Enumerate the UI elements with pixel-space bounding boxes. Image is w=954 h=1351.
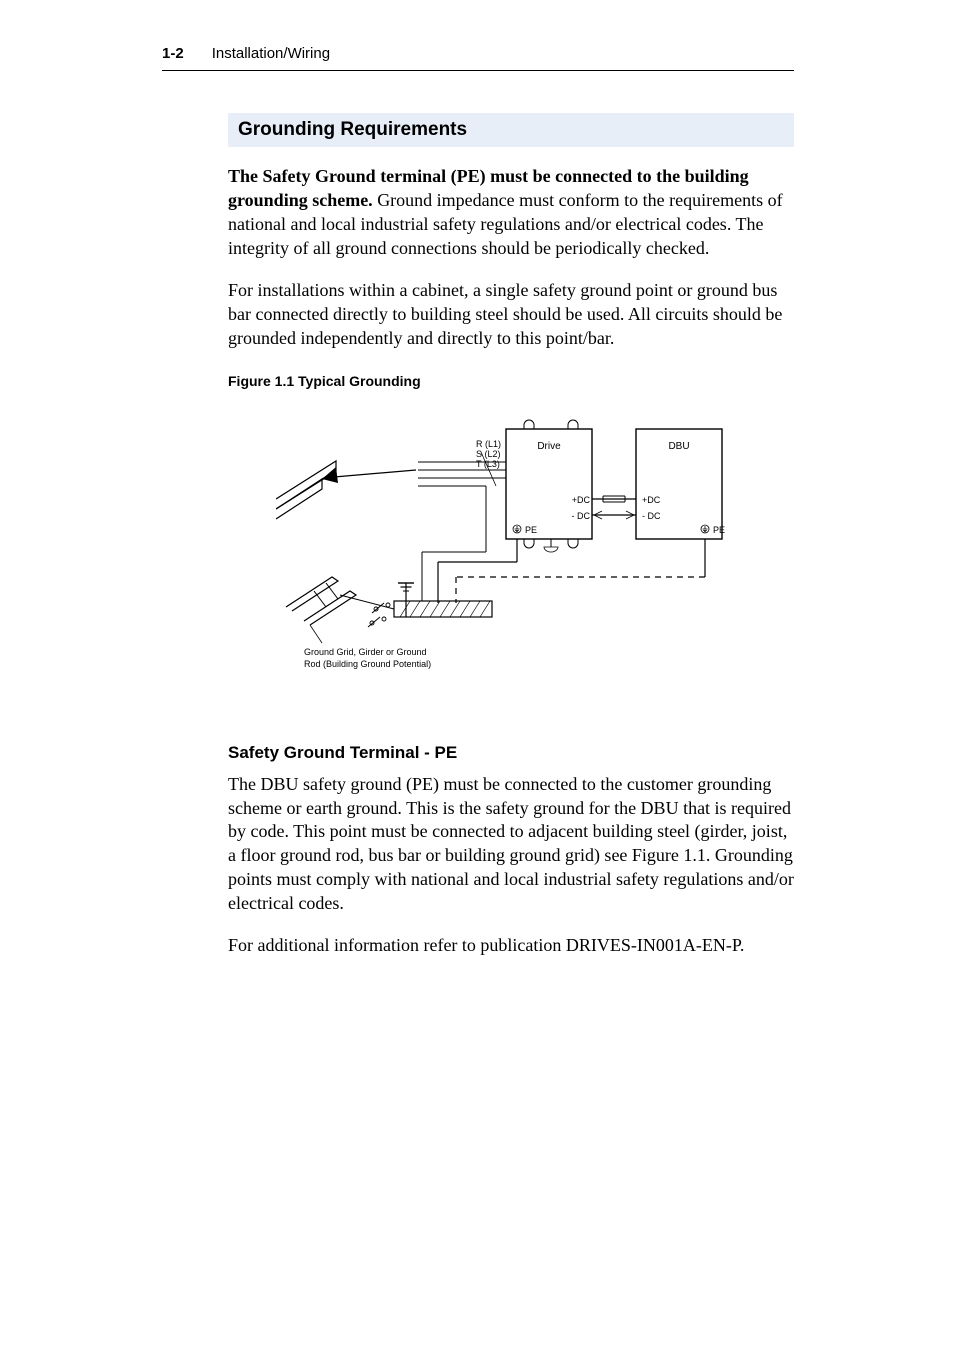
drive-neg-dc: - DC — [572, 511, 591, 521]
running-header: 1-2 Installation/Wiring — [0, 0, 954, 66]
pe-label-dbu: PE — [713, 525, 725, 535]
paragraph-3: The DBU safety ground (PE) must be conne… — [228, 773, 794, 917]
paragraph-4: For additional information refer to publ… — [228, 934, 794, 958]
phase-s: S (L2) — [476, 449, 501, 459]
ground-grid-icon — [286, 577, 394, 625]
section-heading: Grounding Requirements — [228, 113, 794, 147]
ground-grid-label-2: Rod (Building Ground Potential) — [304, 659, 431, 669]
figure-1-1: Drive PE +DC - DC DBU +DC - DC — [228, 407, 794, 697]
drive-pos-dc: +DC — [572, 495, 591, 505]
dbu-box-label: DBU — [668, 441, 689, 452]
figure-caption: Figure 1.1 Typical Grounding — [228, 373, 794, 389]
page: 1-2 Installation/Wiring Grounding Requir… — [0, 0, 954, 1351]
page-number: 1-2 — [162, 45, 184, 62]
content-area: Grounding Requirements The Safety Ground… — [228, 113, 794, 958]
drive-box-label: Drive — [537, 441, 561, 452]
dbu-pos-dc: +DC — [642, 495, 661, 505]
paragraph-1: The Safety Ground terminal (PE) must be … — [228, 165, 794, 261]
grounding-diagram: Drive PE +DC - DC DBU +DC - DC — [276, 407, 746, 697]
dbu-neg-dc: - DC — [642, 511, 661, 521]
header-rule — [162, 70, 794, 71]
subheading: Safety Ground Terminal - PE — [228, 743, 794, 763]
paragraph-2: For installations within a cabinet, a si… — [228, 279, 794, 351]
building-steel-icon — [276, 461, 416, 519]
ground-grid-label-1: Ground Grid, Girder or Ground — [304, 647, 427, 657]
chapter-title: Installation/Wiring — [212, 45, 330, 62]
pe-label-drive: PE — [525, 525, 537, 535]
phase-r: R (L1) — [476, 439, 501, 449]
